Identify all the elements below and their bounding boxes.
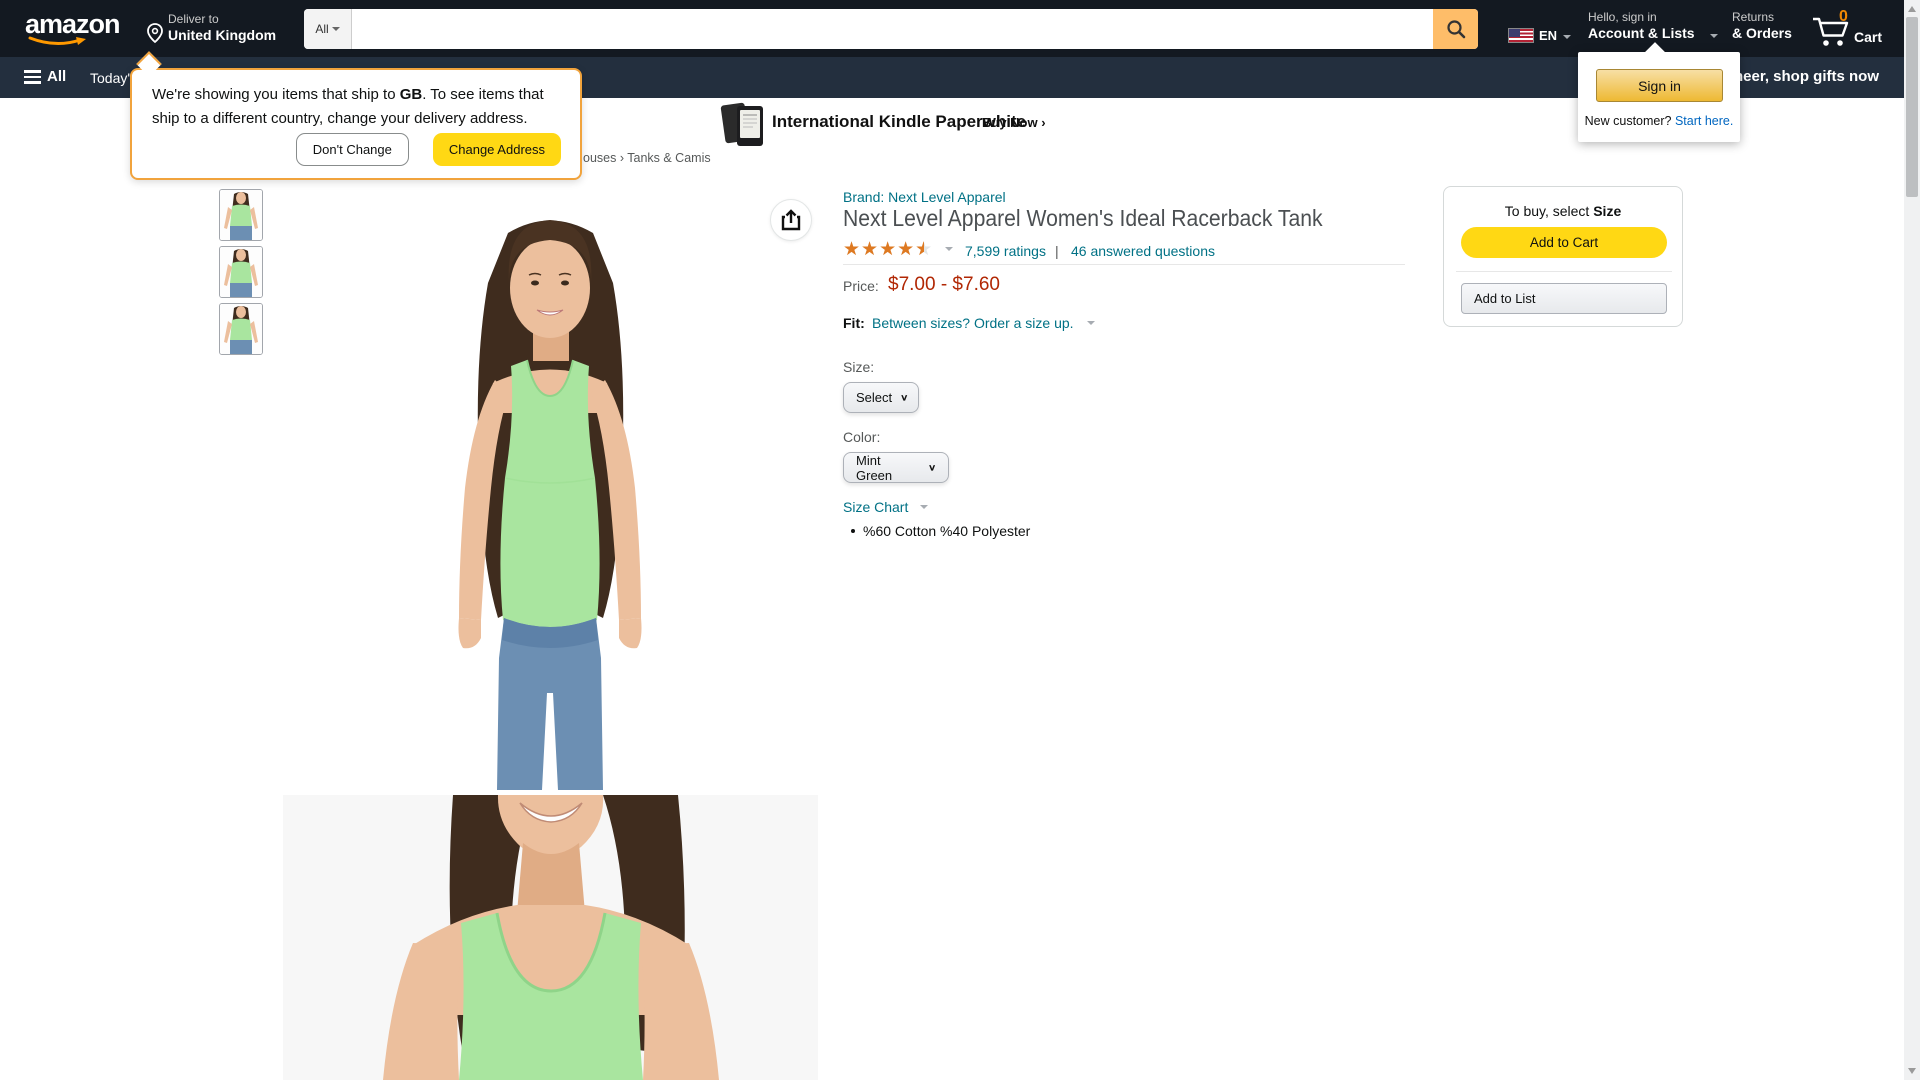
add-to-cart-button[interactable]: Add to Cart (1461, 227, 1667, 258)
start-here-link[interactable]: Start here. (1675, 114, 1733, 128)
size-dropdown-value: Select (856, 390, 892, 405)
rating-row: ★★★★★ ★★★★★ 7,599 ratings | 46 answered … (843, 240, 933, 262)
amazon-logo[interactable]: amazon (25, 11, 125, 49)
hamburger-icon (24, 70, 41, 87)
color-dropdown[interactable]: Mint Green ∨ (843, 452, 949, 483)
us-flag-icon (1508, 28, 1534, 43)
stars-filled: ★★★★★ (843, 240, 924, 260)
greeting-text: Hello, sign in (1588, 10, 1728, 24)
color-dropdown-value: Mint Green (856, 453, 920, 483)
returns-label: Returns (1732, 10, 1802, 24)
delivery-message-pre: We're showing you items that ship to (152, 86, 400, 103)
chevron-down-icon (332, 27, 340, 31)
search-input[interactable] (352, 9, 1433, 49)
ratings-count-link[interactable]: 7,599 ratings (965, 243, 1046, 259)
chevron-down-icon (1710, 34, 1718, 38)
kindle-buy-now-link[interactable]: Buy Now › (982, 115, 1046, 130)
buybox-prompt-text: To buy, select (1505, 203, 1593, 219)
delivery-country-code: GB (400, 86, 423, 103)
divider (843, 264, 1405, 265)
search-bar: All (304, 9, 1478, 49)
chevron-down-icon: ∨ (900, 392, 908, 402)
new-customer-row: New customer? Start here. (1578, 114, 1740, 128)
color-label: Color: (843, 429, 880, 445)
model-photo-closeup (283, 795, 818, 1080)
separator: | (1055, 243, 1059, 259)
cart-button[interactable]: 0 Cart (1812, 8, 1896, 52)
chevron-down-icon[interactable] (1087, 321, 1095, 325)
thumbnail-photo (220, 247, 262, 297)
divider (1456, 271, 1672, 272)
location-pin-icon (146, 23, 164, 43)
bullet-icon (851, 529, 855, 533)
all-menu-label: All (47, 68, 66, 85)
add-to-list-button[interactable]: Add to List (1461, 283, 1667, 314)
buybox-prompt: To buy, select Size (1444, 203, 1682, 219)
page-scrollbar[interactable] (1904, 0, 1920, 1080)
new-customer-label: New customer? (1585, 114, 1675, 128)
orders-label: & Orders (1732, 25, 1802, 41)
chevron-down-icon[interactable] (945, 247, 953, 251)
search-button[interactable] (1433, 9, 1478, 49)
amazon-logo-text: amazon (25, 11, 125, 38)
deliver-to-button[interactable]: Deliver to United Kingdom (146, 9, 286, 51)
deliver-to-label: Deliver to (168, 12, 219, 26)
price-label: Price: (843, 278, 879, 294)
price-value: $7.00 - $7.60 (888, 274, 1000, 296)
all-menu-button[interactable]: All (24, 68, 84, 88)
star-rating[interactable]: ★★★★★ ★★★★★ (843, 240, 933, 260)
amazon-smile-icon (28, 36, 90, 48)
size-dropdown[interactable]: Select ∨ (843, 382, 919, 413)
signin-popup: Sign in New customer? Start here. (1578, 52, 1740, 142)
search-category-dropdown[interactable]: All (304, 9, 352, 49)
language-selector[interactable]: EN (1508, 26, 1568, 48)
answered-questions-link[interactable]: 46 answered questions (1071, 243, 1215, 259)
fit-advice-link[interactable]: Between sizes? Order a size up. (872, 315, 1074, 331)
account-lists-menu[interactable]: Hello, sign in Account & Lists (1588, 10, 1728, 50)
language-label: EN (1539, 28, 1557, 43)
chevron-down-icon[interactable] (920, 505, 928, 509)
deliver-to-country: United Kingdom (168, 27, 276, 43)
product-title: Next Level Apparel Women's Ideal Racerba… (843, 205, 1323, 232)
scroll-down-arrow-icon[interactable] (1908, 1068, 1916, 1074)
delivery-address-popup: We're showing you items that ship to GB.… (130, 68, 582, 180)
search-icon (1445, 18, 1467, 40)
image-thumbnail-3[interactable] (219, 303, 263, 355)
buybox-prompt-size: Size (1593, 203, 1621, 219)
cart-count-badge: 0 (1839, 8, 1848, 26)
material-bullet: %60 Cotton %40 Polyester (863, 523, 1030, 539)
size-chart-link[interactable]: Size Chart (843, 499, 908, 515)
image-thumbnail-2[interactable] (219, 246, 263, 298)
chevron-down-icon (1563, 35, 1571, 39)
image-thumbnail-1[interactable] (219, 189, 263, 241)
product-image-main[interactable] (283, 188, 818, 790)
header-bar: amazon Deliver to United Kingdom All (0, 0, 1904, 57)
account-lists-label: Account & Lists (1588, 25, 1728, 41)
share-button[interactable] (770, 199, 812, 241)
kindle-banner[interactable]: International Kindle Paperwhite Buy Now … (720, 100, 1140, 148)
buy-box: To buy, select Size Add to Cart Add to L… (1443, 186, 1683, 327)
amazon-product-page: amazon Deliver to United Kingdom All (0, 0, 1920, 1080)
product-image-secondary[interactable] (283, 795, 818, 1080)
chevron-down-icon: ∨ (928, 462, 936, 472)
brand-link[interactable]: Brand: Next Level Apparel (843, 189, 1006, 205)
thumbnail-photo (220, 304, 262, 354)
breadcrumb[interactable]: ouses › Tanks & Camis (583, 151, 711, 165)
dont-change-button[interactable]: Don't Change (296, 133, 409, 166)
model-photo-front (283, 188, 818, 790)
fit-label: Fit: (843, 315, 865, 331)
size-label: Size: (843, 359, 874, 375)
change-address-button[interactable]: Change Address (433, 133, 561, 166)
search-category-label: All (315, 22, 328, 36)
sign-in-button[interactable]: Sign in (1596, 69, 1723, 102)
returns-orders-button[interactable]: Returns & Orders (1732, 10, 1802, 50)
delivery-popup-message: We're showing you items that ship to GB.… (152, 83, 566, 131)
kindle-device-icon (720, 100, 766, 148)
thumbnail-photo (220, 190, 262, 240)
scroll-up-arrow-icon[interactable] (1908, 6, 1916, 12)
scrollbar-thumb[interactable] (1906, 17, 1918, 197)
cart-label: Cart (1854, 29, 1882, 45)
share-icon (781, 209, 801, 231)
